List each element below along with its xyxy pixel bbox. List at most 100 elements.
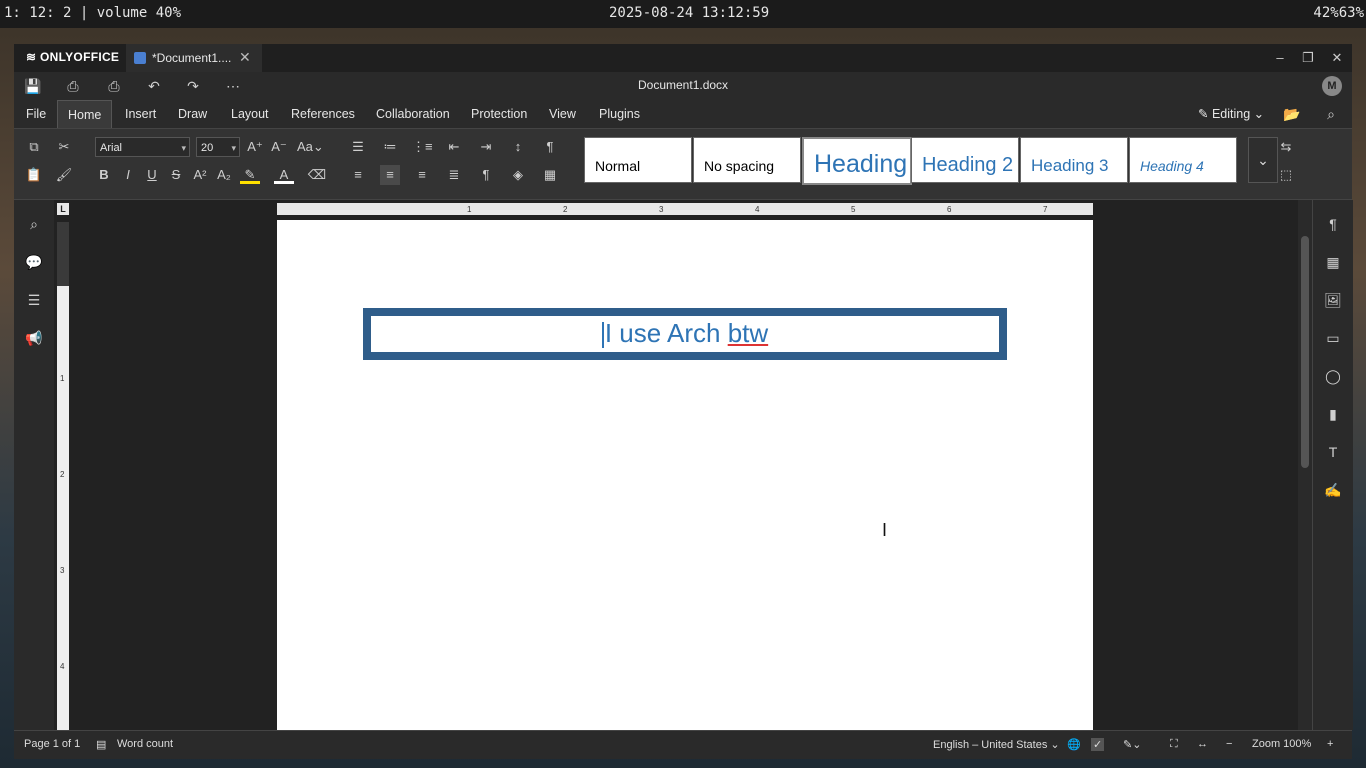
restore-icon[interactable]: ❐ — [1298, 48, 1318, 68]
decrease-indent-icon[interactable]: ⇤ — [444, 137, 464, 157]
bold-icon[interactable]: B — [94, 165, 114, 185]
style-heading-4[interactable]: Heading 4 — [1129, 137, 1237, 183]
navigation-icon[interactable]: ☰ — [24, 290, 44, 310]
paragraph-settings-icon[interactable]: ¶ — [540, 137, 560, 157]
style-heading-1[interactable]: Heading — [802, 137, 912, 185]
font-color-icon[interactable]: A — [274, 165, 294, 184]
spellcheck-icon[interactable]: ✓ — [1091, 738, 1105, 751]
table-settings-icon[interactable]: ▦ — [1323, 252, 1343, 272]
tab-layout[interactable]: Layout — [221, 100, 279, 128]
style-heading-2[interactable]: Heading 2 — [911, 137, 1019, 183]
increase-font-icon[interactable]: A⁺ — [245, 137, 265, 157]
shape-settings-icon[interactable]: ◯ — [1323, 366, 1343, 386]
decrease-font-icon[interactable]: A⁻ — [269, 137, 289, 157]
signature-icon[interactable]: ✍ — [1323, 480, 1343, 500]
word-count-button[interactable]: Word count — [117, 738, 173, 750]
borders-icon[interactable]: ▦ — [540, 165, 560, 185]
tab-home[interactable]: Home — [57, 100, 113, 129]
zoom-in-icon[interactable]: + — [1327, 738, 1333, 750]
doc-language-icon[interactable]: 🌐 — [1067, 738, 1081, 751]
change-style-icon[interactable]: ⇆ — [1276, 137, 1296, 157]
italic-icon[interactable]: I — [118, 165, 138, 185]
font-size-select[interactable]: 20 ▾ — [196, 137, 240, 157]
underline-icon[interactable]: U — [142, 165, 162, 185]
open-location-icon[interactable]: 📂 — [1283, 105, 1301, 123]
tab-view[interactable]: View — [539, 100, 586, 128]
document-tab[interactable]: *Document1.... ✕ — [126, 44, 262, 72]
multilevel-list-icon[interactable]: ⋮≡ — [412, 137, 433, 157]
style-normal[interactable]: Normal — [584, 137, 692, 183]
tab-plugins[interactable]: Plugins — [589, 100, 650, 128]
clear-format-icon[interactable]: ⌫ — [307, 165, 327, 185]
zoom-level[interactable]: Zoom 100% — [1252, 738, 1311, 750]
more-icon[interactable]: ⋯ — [224, 77, 242, 95]
style-no-spacing[interactable]: No spacing — [693, 137, 801, 183]
undo-icon[interactable]: ↶ — [145, 77, 163, 95]
increase-indent-icon[interactable]: ⇥ — [476, 137, 496, 157]
copy-icon[interactable]: ⧉ — [24, 137, 44, 157]
scrollbar-thumb[interactable] — [1301, 236, 1309, 468]
align-center-icon[interactable]: ≡ — [380, 165, 400, 185]
nonprinting-chars-icon[interactable]: ¶ — [476, 165, 496, 185]
tab-draw[interactable]: Draw — [168, 100, 217, 128]
save-icon[interactable]: 💾 — [24, 77, 42, 95]
vertical-scrollbar[interactable] — [1298, 200, 1312, 730]
minimize-icon[interactable]: – — [1270, 48, 1290, 68]
paste-icon[interactable]: 📋 — [24, 165, 44, 185]
track-changes-icon[interactable]: ✎⌄ — [1123, 738, 1141, 751]
editing-mode-button[interactable]: ✎ Editing ⌄ — [1188, 100, 1274, 128]
language-select[interactable]: English – United States ⌄ — [933, 738, 1060, 751]
select-all-icon[interactable]: ⬚ — [1276, 165, 1296, 185]
paragraph-settings-panel-icon[interactable]: ¶ — [1323, 214, 1343, 234]
document-page[interactable]: I use Arch btw — [277, 220, 1093, 730]
subscript-icon[interactable]: A₂ — [214, 165, 234, 185]
tab-insert[interactable]: Insert — [115, 100, 166, 128]
header-footer-icon[interactable]: ▭ — [1323, 328, 1343, 348]
feedback-icon[interactable]: 📢 — [24, 328, 44, 348]
quick-print-icon[interactable]: ⎙ — [105, 77, 123, 95]
cut-icon[interactable]: ✂ — [54, 137, 74, 157]
redo-icon[interactable]: ↷ — [184, 77, 202, 95]
zoom-out-icon[interactable]: − — [1226, 738, 1232, 750]
close-window-icon[interactable]: ✕ — [1327, 48, 1347, 68]
search-panel-icon[interactable]: ⌕ — [24, 214, 44, 234]
document-canvas[interactable]: L 1 2 3 4 1 2 3 4 5 6 7 I use Arch btw I — [54, 200, 1312, 730]
numbering-icon[interactable]: ≔ — [380, 137, 400, 157]
heading-text[interactable]: I use Arch btw — [371, 316, 999, 352]
page-indicator[interactable]: Page 1 of 1 — [24, 738, 80, 750]
text-frame[interactable]: I use Arch btw — [363, 308, 1007, 360]
style-heading-3[interactable]: Heading 3 — [1020, 137, 1128, 183]
change-case-icon[interactable]: Aa⌄ — [297, 137, 324, 157]
avatar[interactable]: M — [1322, 76, 1342, 96]
misspelled-word[interactable]: btw — [728, 318, 768, 348]
bullets-icon[interactable]: ☰ — [348, 137, 368, 157]
fit-width-icon[interactable]: ↔ — [1197, 738, 1208, 750]
tab-collaboration[interactable]: Collaboration — [366, 100, 460, 128]
shading-icon[interactable]: ◈ — [508, 165, 528, 185]
line-spacing-icon[interactable]: ↕ — [508, 137, 528, 157]
align-left-icon[interactable]: ≡ — [348, 165, 368, 185]
strikethrough-icon[interactable]: S — [166, 165, 186, 185]
font-name-select[interactable]: Arial ▾ — [95, 137, 190, 157]
vertical-ruler[interactable]: 1 2 3 4 — [57, 222, 69, 730]
highlight-icon[interactable]: ✎ — [240, 165, 260, 184]
comments-icon[interactable]: 💬 — [24, 252, 44, 272]
tab-references[interactable]: References — [281, 100, 365, 128]
fit-page-icon[interactable]: ⛶ — [1170, 738, 1178, 751]
align-right-icon[interactable]: ≡ — [412, 165, 432, 185]
tab-file[interactable]: File — [16, 100, 56, 128]
superscript-icon[interactable]: A² — [190, 165, 210, 185]
close-tab-icon[interactable]: ✕ — [239, 49, 251, 66]
word-count-icon[interactable]: ▤ — [96, 738, 106, 751]
tab-stop-selector[interactable]: L — [57, 203, 69, 215]
text-art-icon[interactable]: T — [1323, 442, 1343, 462]
chart-settings-icon[interactable]: ▮ — [1323, 404, 1343, 424]
format-painter-icon[interactable]: 🖌 — [54, 165, 74, 185]
search-icon[interactable]: ⌕ — [1322, 105, 1340, 123]
tab-protection[interactable]: Protection — [461, 100, 537, 128]
justify-icon[interactable]: ≣ — [444, 165, 464, 185]
print-icon[interactable]: ⎙ — [64, 77, 82, 95]
image-settings-icon[interactable]: 🖼 — [1323, 290, 1343, 310]
horizontal-ruler[interactable]: 1 2 3 4 5 6 7 — [277, 203, 1093, 215]
styles-expand-icon[interactable]: ⌄ — [1248, 137, 1278, 183]
